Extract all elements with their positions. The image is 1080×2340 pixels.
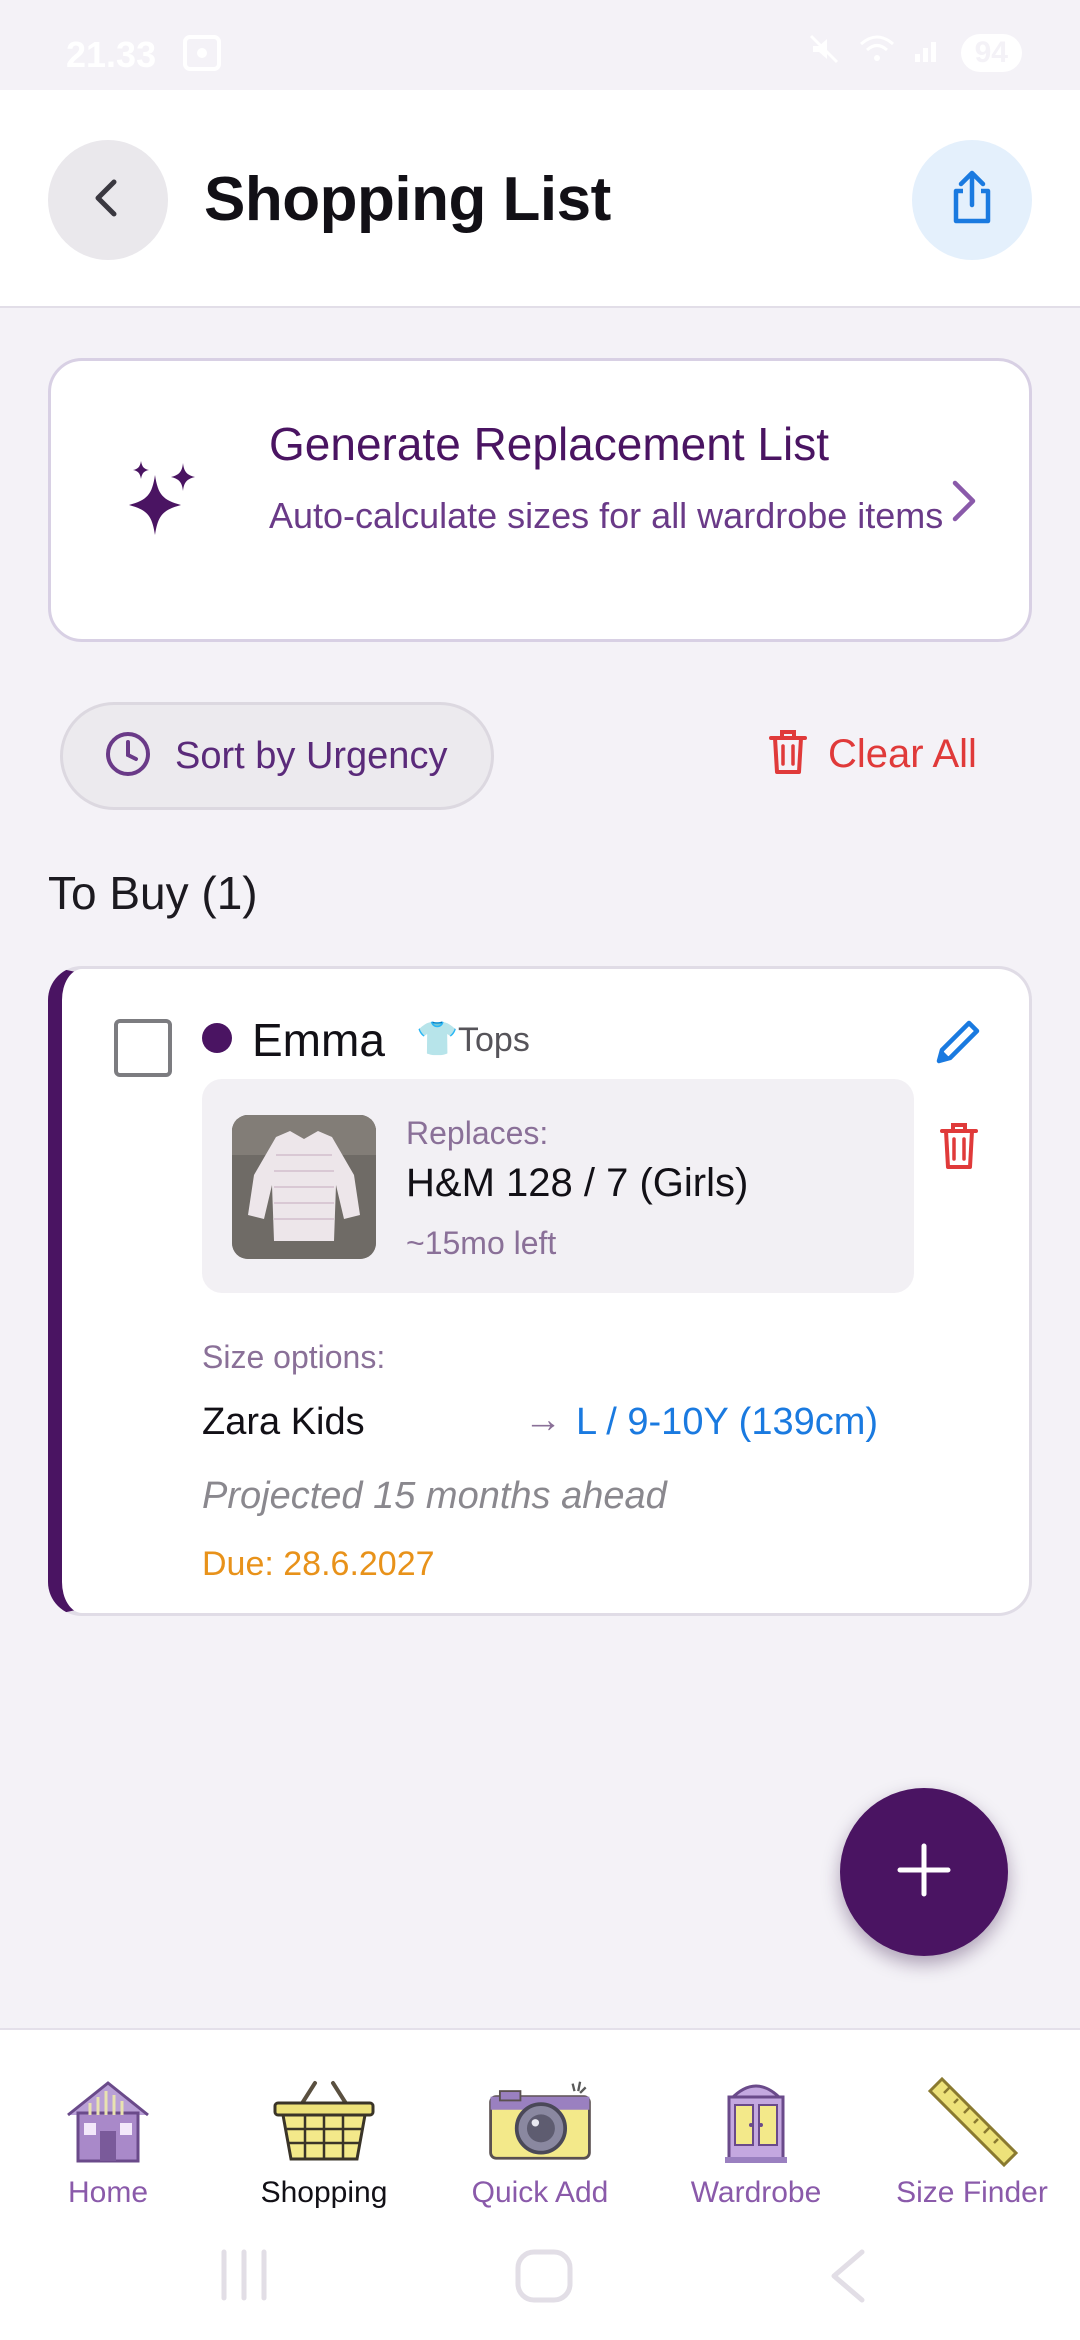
share-button[interactable] (912, 140, 1032, 260)
generate-subtitle: Auto-calculate sizes for all wardrobe it… (269, 495, 944, 536)
replaces-label: Replaces: (406, 1115, 549, 1151)
nav-size-finder[interactable]: Size Finder (864, 2070, 1080, 2210)
generate-replacement-card[interactable]: Generate Replacement List Auto-calculate… (48, 358, 1032, 642)
ruler-icon (917, 2070, 1027, 2170)
mute-icon (807, 32, 841, 74)
plus-icon (894, 1840, 954, 1905)
house-icon (53, 2070, 163, 2170)
wifi-icon (859, 34, 895, 72)
replaces-item: H&M 128 / 7 (Girls) (406, 1161, 749, 1205)
wardrobe-icon (701, 2070, 811, 2170)
clear-all-label: Clear All (828, 732, 977, 776)
replaces-box: Replaces: H&M 128 / 7 (Girls) ~15mo left (202, 1079, 914, 1293)
screenshot-icon (182, 34, 222, 77)
time-left: ~15mo left (406, 1225, 557, 1261)
size-option-value: L / 9-10Y (139cm) (576, 1401, 879, 1443)
clock-icon (103, 729, 153, 784)
clear-all-button[interactable]: Clear All (768, 728, 977, 781)
tshirt-icon: 👕 (416, 1020, 459, 1058)
arrow-right-icon: → (524, 1399, 562, 1441)
generate-title: Generate Replacement List (269, 418, 829, 470)
owner-color-dot (202, 1023, 232, 1053)
projection-note: Projected 15 months ahead (202, 1475, 667, 1517)
item-checkbox[interactable] (114, 1019, 172, 1077)
nav-shopping[interactable]: Shopping (216, 2070, 432, 2210)
system-nav-bar (0, 2230, 1080, 2340)
edit-button[interactable] (933, 1017, 983, 1072)
page-title: Shopping List (204, 165, 611, 234)
trash-icon (768, 728, 808, 781)
nav-label-wardrobe: Wardrobe (690, 2176, 822, 2209)
basket-icon (269, 2070, 379, 2170)
home-button[interactable] (514, 2248, 574, 2309)
chevron-left-icon (86, 176, 130, 225)
recent-apps-button[interactable] (218, 2248, 270, 2307)
nav-quick-add[interactable]: Quick Add (432, 2070, 648, 2210)
add-item-fab[interactable] (840, 1788, 1008, 1956)
sparkles-icon (125, 461, 205, 546)
status-icons: 94 (807, 32, 1022, 74)
back-button[interactable] (48, 140, 168, 260)
section-to-buy-label: To Buy (1) (48, 867, 258, 919)
status-bar: 21.33 94 (0, 0, 1080, 90)
nav-label-shopping: Shopping (260, 2176, 388, 2209)
nav-wardrobe[interactable]: Wardrobe (648, 2070, 864, 2210)
shopping-item-card: Emma 👕 Tops Replaces: H&M 128 / 7 (Girls… (48, 966, 1032, 1616)
owner-name: Emma (252, 1014, 385, 1066)
nav-home[interactable]: Home (0, 2070, 216, 2210)
pencil-icon (933, 1020, 983, 1071)
sort-by-urgency-button[interactable]: Sort by Urgency (60, 702, 494, 810)
system-back-button[interactable] (826, 2248, 870, 2309)
nav-label-home: Home (67, 2176, 149, 2209)
nav-label-quick-add: Quick Add (471, 2176, 609, 2209)
chevron-right-icon (949, 479, 979, 528)
share-icon (946, 169, 998, 232)
due-date: Due: 28.6.2027 (202, 1545, 435, 1583)
category-label: Tops (458, 1021, 530, 1059)
sort-label: Sort by Urgency (175, 734, 448, 777)
nav-label-size-finder: Size Finder (896, 2176, 1048, 2209)
battery-indicator: 94 (960, 34, 1022, 72)
garment-thumbnail (232, 1115, 376, 1259)
camera-icon (485, 2070, 595, 2170)
size-option-brand: Zara Kids (202, 1401, 365, 1443)
status-time: 21.33 (66, 34, 157, 75)
signal-icon (913, 34, 943, 72)
size-options-label: Size options: (202, 1339, 386, 1375)
app-header: Shopping List (0, 90, 1080, 308)
trash-icon (939, 1123, 979, 1175)
delete-item-button[interactable] (939, 1121, 979, 1176)
